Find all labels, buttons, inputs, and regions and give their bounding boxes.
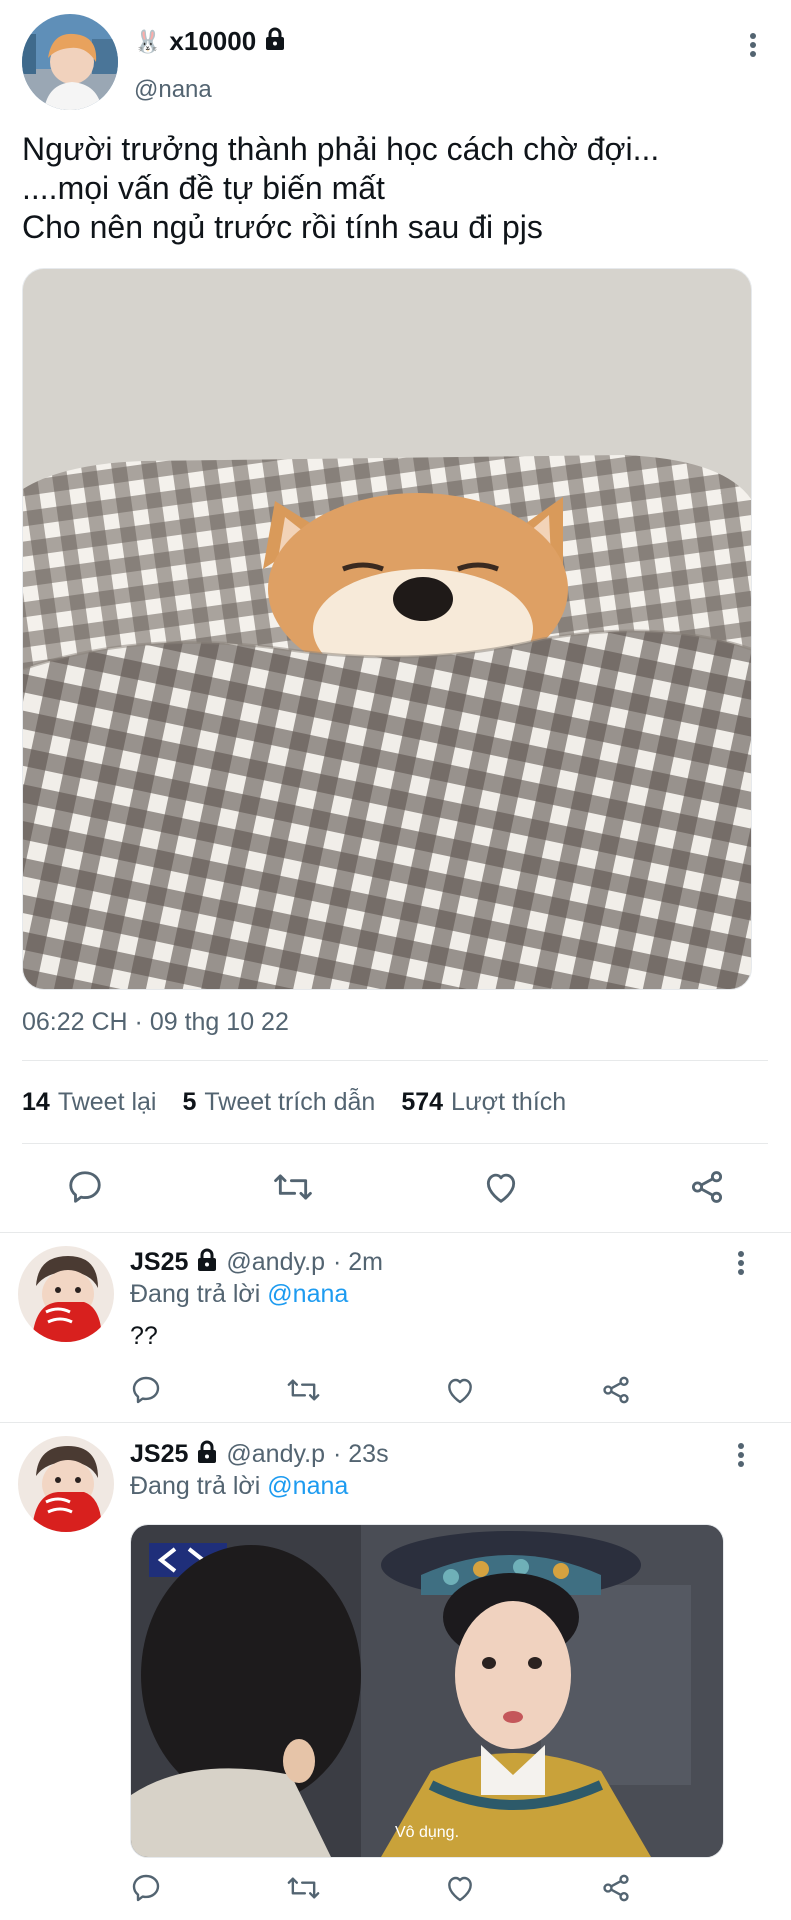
likes-stat[interactable]: 574 Lượt thích [401,1088,566,1117]
divider [0,1232,791,1233]
more-icon [738,1443,744,1467]
reply-header[interactable]: JS25 @andy.p · 2m [130,1248,383,1277]
reply-handle[interactable]: @andy.p [226,1248,325,1277]
more-icon [738,1251,744,1275]
reply-time[interactable]: · 2m [333,1248,383,1277]
retweet-button[interactable] [286,1374,321,1406]
replying-label: Đang trả lời [130,1280,261,1308]
reply-text: ?? [130,1322,158,1350]
reply-avatar[interactable] [18,1436,114,1532]
reply-button[interactable] [66,1168,104,1206]
like-icon [448,1876,473,1902]
reply-icon [69,1171,101,1203]
author-avatar[interactable] [22,14,118,110]
share-icon [603,1376,629,1404]
share-button[interactable] [600,1374,632,1406]
like-icon [448,1378,473,1404]
tweet-text: Người trưởng thành phải học cách chờ đợi… [22,131,660,245]
replying-to-mention[interactable]: @nana [267,1472,348,1500]
retweet-icon [287,1877,320,1899]
replying-to-line: Đang trả lời @nana [130,1280,348,1309]
author-name-row[interactable]: 🐰 x10000 [134,26,286,57]
author-handle[interactable]: @nana [134,76,212,104]
tweet-stats: 14 Tweet lại 5 Tweet trích dẫn 574 Lượt thí… [22,1088,566,1117]
lock-icon [264,27,286,56]
reply-more-button[interactable] [726,1248,756,1278]
like-button[interactable] [444,1872,476,1904]
like-button[interactable] [444,1374,476,1406]
reply-header[interactable]: JS25 @andy.p · 23s [130,1440,389,1469]
reply-photo[interactable]: Vô dụng. [130,1524,724,1858]
reply-time[interactable]: · 23s [333,1440,389,1469]
retweet-button[interactable] [286,1872,321,1904]
reply-avatar[interactable] [18,1246,114,1342]
retweets-stat[interactable]: 14 Tweet lại [22,1088,156,1117]
reply-icon [132,1376,160,1404]
lock-icon [196,1248,218,1277]
tweet-photo[interactable] [22,268,752,990]
replying-label: Đang trả lời [130,1472,261,1500]
divider [0,1422,791,1423]
main-action-bar [66,1168,726,1206]
rabbit-emoji-icon: 🐰 [134,28,162,54]
reply-icon [132,1874,160,1902]
divider [22,1143,768,1144]
lock-icon [196,1440,218,1469]
divider [22,1060,768,1061]
author-display-name[interactable]: x10000 [169,26,256,57]
quotes-stat[interactable]: 5 Tweet trích dẫn [182,1088,375,1117]
retweet-icon [274,1174,312,1200]
replying-to-mention[interactable]: @nana [267,1280,348,1308]
share-button[interactable] [600,1872,632,1904]
like-icon [486,1173,516,1203]
replying-to-line: Đang trả lời @nana [130,1472,348,1501]
more-icon [750,33,756,57]
reply-button[interactable] [130,1872,162,1904]
reply-action-bar [130,1374,632,1406]
tweet-timestamp[interactable]: 06:22 CH · 09 thg 10 22 [22,1008,289,1037]
reply-more-button[interactable] [726,1440,756,1470]
like-button[interactable] [482,1168,520,1206]
more-options-button[interactable] [738,30,768,60]
subtitle-caption: Vô dụng. [395,1824,459,1841]
reply-handle[interactable]: @andy.p [226,1440,325,1469]
share-button[interactable] [688,1168,726,1206]
retweet-button[interactable] [272,1168,314,1206]
reply-button[interactable] [130,1374,162,1406]
reply-action-bar [130,1872,632,1904]
reply-display-name[interactable]: JS25 [130,1248,188,1277]
retweet-icon [287,1379,320,1401]
reply-display-name[interactable]: JS25 [130,1440,188,1469]
share-icon [691,1171,723,1203]
share-icon [603,1874,629,1902]
